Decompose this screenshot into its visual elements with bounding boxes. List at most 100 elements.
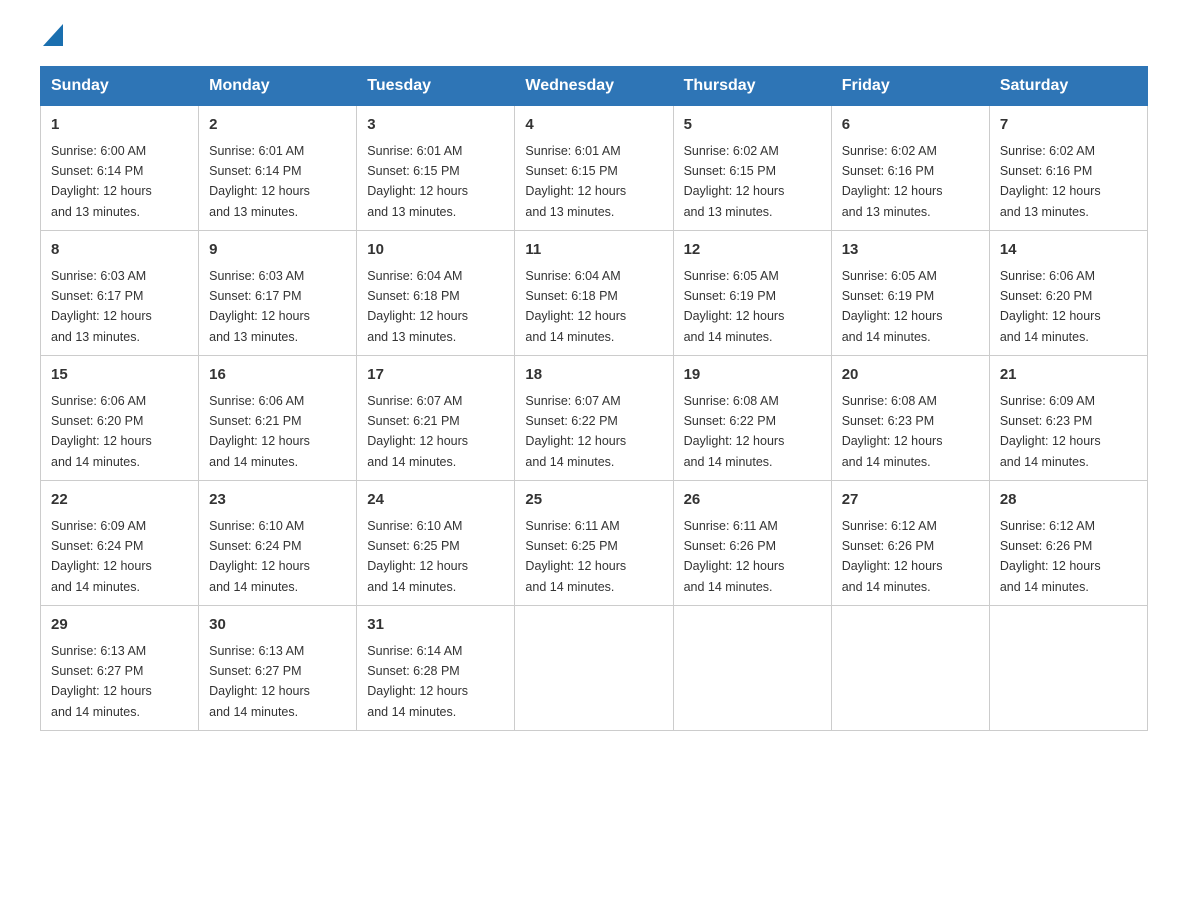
calendar-cell: 17 Sunrise: 6:07 AMSunset: 6:21 PMDaylig… bbox=[357, 356, 515, 481]
day-number: 13 bbox=[842, 239, 979, 262]
calendar-cell: 11 Sunrise: 6:04 AMSunset: 6:18 PMDaylig… bbox=[515, 231, 673, 356]
day-info: Sunrise: 6:14 AMSunset: 6:28 PMDaylight:… bbox=[367, 644, 468, 719]
day-number: 24 bbox=[367, 489, 504, 512]
day-number: 5 bbox=[684, 114, 821, 137]
day-number: 7 bbox=[1000, 114, 1137, 137]
day-info: Sunrise: 6:13 AMSunset: 6:27 PMDaylight:… bbox=[209, 644, 310, 719]
day-number: 26 bbox=[684, 489, 821, 512]
day-info: Sunrise: 6:08 AMSunset: 6:23 PMDaylight:… bbox=[842, 394, 943, 469]
day-info: Sunrise: 6:09 AMSunset: 6:24 PMDaylight:… bbox=[51, 519, 152, 594]
day-info: Sunrise: 6:05 AMSunset: 6:19 PMDaylight:… bbox=[684, 269, 785, 344]
day-number: 12 bbox=[684, 239, 821, 262]
day-number: 29 bbox=[51, 614, 188, 637]
day-info: Sunrise: 6:11 AMSunset: 6:25 PMDaylight:… bbox=[525, 519, 626, 594]
day-info: Sunrise: 6:03 AMSunset: 6:17 PMDaylight:… bbox=[209, 269, 310, 344]
day-number: 1 bbox=[51, 114, 188, 137]
calendar-cell: 6 Sunrise: 6:02 AMSunset: 6:16 PMDayligh… bbox=[831, 106, 989, 231]
day-info: Sunrise: 6:03 AMSunset: 6:17 PMDaylight:… bbox=[51, 269, 152, 344]
day-number: 4 bbox=[525, 114, 662, 137]
header-wednesday: Wednesday bbox=[515, 67, 673, 106]
day-info: Sunrise: 6:07 AMSunset: 6:22 PMDaylight:… bbox=[525, 394, 626, 469]
calendar-header-row: SundayMondayTuesdayWednesdayThursdayFrid… bbox=[41, 67, 1148, 106]
day-number: 11 bbox=[525, 239, 662, 262]
calendar-cell: 30 Sunrise: 6:13 AMSunset: 6:27 PMDaylig… bbox=[199, 606, 357, 731]
day-number: 17 bbox=[367, 364, 504, 387]
calendar-cell: 4 Sunrise: 6:01 AMSunset: 6:15 PMDayligh… bbox=[515, 106, 673, 231]
header-thursday: Thursday bbox=[673, 67, 831, 106]
day-number: 23 bbox=[209, 489, 346, 512]
day-info: Sunrise: 6:09 AMSunset: 6:23 PMDaylight:… bbox=[1000, 394, 1101, 469]
calendar-cell: 9 Sunrise: 6:03 AMSunset: 6:17 PMDayligh… bbox=[199, 231, 357, 356]
day-number: 8 bbox=[51, 239, 188, 262]
week-row-5: 29 Sunrise: 6:13 AMSunset: 6:27 PMDaylig… bbox=[41, 606, 1148, 731]
calendar-cell: 8 Sunrise: 6:03 AMSunset: 6:17 PMDayligh… bbox=[41, 231, 199, 356]
day-info: Sunrise: 6:00 AMSunset: 6:14 PMDaylight:… bbox=[51, 144, 152, 219]
header-monday: Monday bbox=[199, 67, 357, 106]
day-info: Sunrise: 6:05 AMSunset: 6:19 PMDaylight:… bbox=[842, 269, 943, 344]
day-info: Sunrise: 6:11 AMSunset: 6:26 PMDaylight:… bbox=[684, 519, 785, 594]
calendar-cell: 31 Sunrise: 6:14 AMSunset: 6:28 PMDaylig… bbox=[357, 606, 515, 731]
day-number: 19 bbox=[684, 364, 821, 387]
day-info: Sunrise: 6:12 AMSunset: 6:26 PMDaylight:… bbox=[1000, 519, 1101, 594]
week-row-4: 22 Sunrise: 6:09 AMSunset: 6:24 PMDaylig… bbox=[41, 481, 1148, 606]
day-info: Sunrise: 6:06 AMSunset: 6:20 PMDaylight:… bbox=[51, 394, 152, 469]
day-number: 30 bbox=[209, 614, 346, 637]
day-number: 6 bbox=[842, 114, 979, 137]
calendar-cell: 20 Sunrise: 6:08 AMSunset: 6:23 PMDaylig… bbox=[831, 356, 989, 481]
calendar-cell: 21 Sunrise: 6:09 AMSunset: 6:23 PMDaylig… bbox=[989, 356, 1147, 481]
calendar-table: SundayMondayTuesdayWednesdayThursdayFrid… bbox=[40, 66, 1148, 731]
day-number: 16 bbox=[209, 364, 346, 387]
day-number: 10 bbox=[367, 239, 504, 262]
week-row-1: 1 Sunrise: 6:00 AMSunset: 6:14 PMDayligh… bbox=[41, 106, 1148, 231]
header-friday: Friday bbox=[831, 67, 989, 106]
day-number: 18 bbox=[525, 364, 662, 387]
day-number: 31 bbox=[367, 614, 504, 637]
day-info: Sunrise: 6:08 AMSunset: 6:22 PMDaylight:… bbox=[684, 394, 785, 469]
calendar-cell: 10 Sunrise: 6:04 AMSunset: 6:18 PMDaylig… bbox=[357, 231, 515, 356]
header-saturday: Saturday bbox=[989, 67, 1147, 106]
day-number: 21 bbox=[1000, 364, 1137, 387]
day-info: Sunrise: 6:12 AMSunset: 6:26 PMDaylight:… bbox=[842, 519, 943, 594]
calendar-cell: 19 Sunrise: 6:08 AMSunset: 6:22 PMDaylig… bbox=[673, 356, 831, 481]
calendar-cell: 16 Sunrise: 6:06 AMSunset: 6:21 PMDaylig… bbox=[199, 356, 357, 481]
calendar-cell: 25 Sunrise: 6:11 AMSunset: 6:25 PMDaylig… bbox=[515, 481, 673, 606]
calendar-cell: 28 Sunrise: 6:12 AMSunset: 6:26 PMDaylig… bbox=[989, 481, 1147, 606]
day-number: 27 bbox=[842, 489, 979, 512]
header-sunday: Sunday bbox=[41, 67, 199, 106]
page-header bbox=[40, 30, 1148, 46]
calendar-cell: 27 Sunrise: 6:12 AMSunset: 6:26 PMDaylig… bbox=[831, 481, 989, 606]
day-number: 3 bbox=[367, 114, 504, 137]
day-info: Sunrise: 6:06 AMSunset: 6:20 PMDaylight:… bbox=[1000, 269, 1101, 344]
day-number: 15 bbox=[51, 364, 188, 387]
calendar-cell: 26 Sunrise: 6:11 AMSunset: 6:26 PMDaylig… bbox=[673, 481, 831, 606]
day-info: Sunrise: 6:02 AMSunset: 6:16 PMDaylight:… bbox=[842, 144, 943, 219]
calendar-cell: 14 Sunrise: 6:06 AMSunset: 6:20 PMDaylig… bbox=[989, 231, 1147, 356]
day-info: Sunrise: 6:01 AMSunset: 6:15 PMDaylight:… bbox=[525, 144, 626, 219]
day-info: Sunrise: 6:07 AMSunset: 6:21 PMDaylight:… bbox=[367, 394, 468, 469]
day-info: Sunrise: 6:10 AMSunset: 6:25 PMDaylight:… bbox=[367, 519, 468, 594]
day-info: Sunrise: 6:13 AMSunset: 6:27 PMDaylight:… bbox=[51, 644, 152, 719]
calendar-cell bbox=[673, 606, 831, 731]
calendar-cell: 18 Sunrise: 6:07 AMSunset: 6:22 PMDaylig… bbox=[515, 356, 673, 481]
calendar-cell: 5 Sunrise: 6:02 AMSunset: 6:15 PMDayligh… bbox=[673, 106, 831, 231]
calendar-cell: 1 Sunrise: 6:00 AMSunset: 6:14 PMDayligh… bbox=[41, 106, 199, 231]
day-number: 22 bbox=[51, 489, 188, 512]
calendar-cell: 12 Sunrise: 6:05 AMSunset: 6:19 PMDaylig… bbox=[673, 231, 831, 356]
calendar-cell: 29 Sunrise: 6:13 AMSunset: 6:27 PMDaylig… bbox=[41, 606, 199, 731]
calendar-cell: 15 Sunrise: 6:06 AMSunset: 6:20 PMDaylig… bbox=[41, 356, 199, 481]
calendar-cell bbox=[515, 606, 673, 731]
week-row-3: 15 Sunrise: 6:06 AMSunset: 6:20 PMDaylig… bbox=[41, 356, 1148, 481]
day-info: Sunrise: 6:02 AMSunset: 6:16 PMDaylight:… bbox=[1000, 144, 1101, 219]
day-number: 9 bbox=[209, 239, 346, 262]
calendar-cell: 2 Sunrise: 6:01 AMSunset: 6:14 PMDayligh… bbox=[199, 106, 357, 231]
calendar-cell: 24 Sunrise: 6:10 AMSunset: 6:25 PMDaylig… bbox=[357, 481, 515, 606]
day-info: Sunrise: 6:02 AMSunset: 6:15 PMDaylight:… bbox=[684, 144, 785, 219]
day-info: Sunrise: 6:04 AMSunset: 6:18 PMDaylight:… bbox=[367, 269, 468, 344]
day-info: Sunrise: 6:10 AMSunset: 6:24 PMDaylight:… bbox=[209, 519, 310, 594]
header-tuesday: Tuesday bbox=[357, 67, 515, 106]
day-info: Sunrise: 6:06 AMSunset: 6:21 PMDaylight:… bbox=[209, 394, 310, 469]
calendar-cell: 22 Sunrise: 6:09 AMSunset: 6:24 PMDaylig… bbox=[41, 481, 199, 606]
calendar-cell: 13 Sunrise: 6:05 AMSunset: 6:19 PMDaylig… bbox=[831, 231, 989, 356]
day-info: Sunrise: 6:01 AMSunset: 6:14 PMDaylight:… bbox=[209, 144, 310, 219]
logo-triangle-icon bbox=[43, 24, 63, 46]
